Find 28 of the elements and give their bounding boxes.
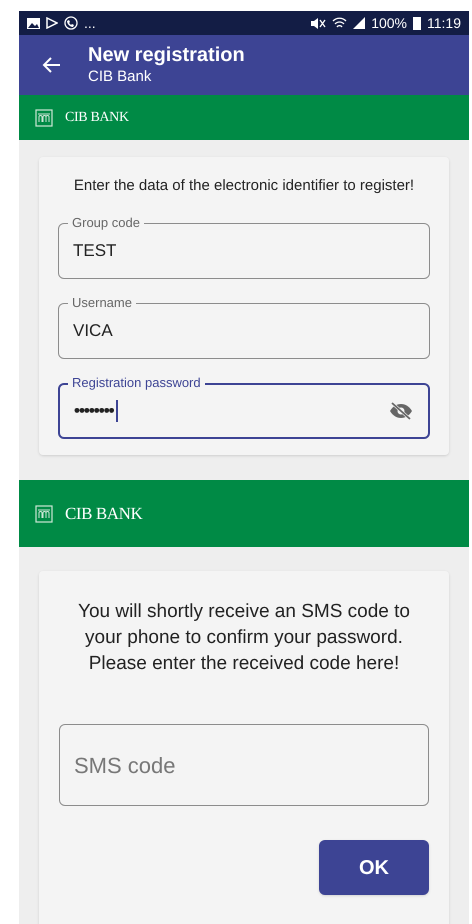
sms-code-field[interactable]: SMS code bbox=[59, 724, 429, 806]
field-value: •••••••• bbox=[74, 400, 114, 422]
more-notifications: ... bbox=[84, 14, 96, 32]
image-icon bbox=[27, 18, 40, 28]
instruction-text: Enter the data of the electronic identifier to register! bbox=[72, 177, 416, 195]
field-label: Registration password bbox=[68, 375, 205, 391]
hidden-eye-icon[interactable] bbox=[388, 401, 414, 421]
play-icon bbox=[46, 17, 58, 29]
battery-percent: 100% bbox=[371, 14, 407, 32]
signal-icon bbox=[353, 17, 366, 29]
back-arrow-icon[interactable] bbox=[41, 56, 61, 74]
brand-name: CIB BANK bbox=[65, 109, 129, 127]
battery-icon bbox=[413, 16, 421, 30]
clock: 11:19 bbox=[427, 14, 461, 32]
screen-title: New registration bbox=[88, 43, 245, 67]
sms-input[interactable]: SMS code bbox=[74, 748, 414, 782]
screen-subtitle: CIB Bank bbox=[88, 67, 152, 87]
ok-button[interactable]: OK bbox=[319, 840, 429, 895]
logo-icon bbox=[35, 108, 53, 126]
field-value: TEST bbox=[73, 240, 116, 262]
brand-name: CIB BANK bbox=[65, 502, 142, 525]
wifi-icon bbox=[332, 16, 348, 30]
phone-icon bbox=[64, 16, 78, 30]
field-label: Group code bbox=[68, 215, 144, 231]
logo-icon bbox=[35, 504, 53, 522]
mute-icon bbox=[310, 16, 326, 30]
instruction-text: You will shortly receive an SMS code to your phone to confirm your password. Please enter the received code here! bbox=[77, 600, 411, 676]
field-value: VICA bbox=[73, 320, 113, 342]
